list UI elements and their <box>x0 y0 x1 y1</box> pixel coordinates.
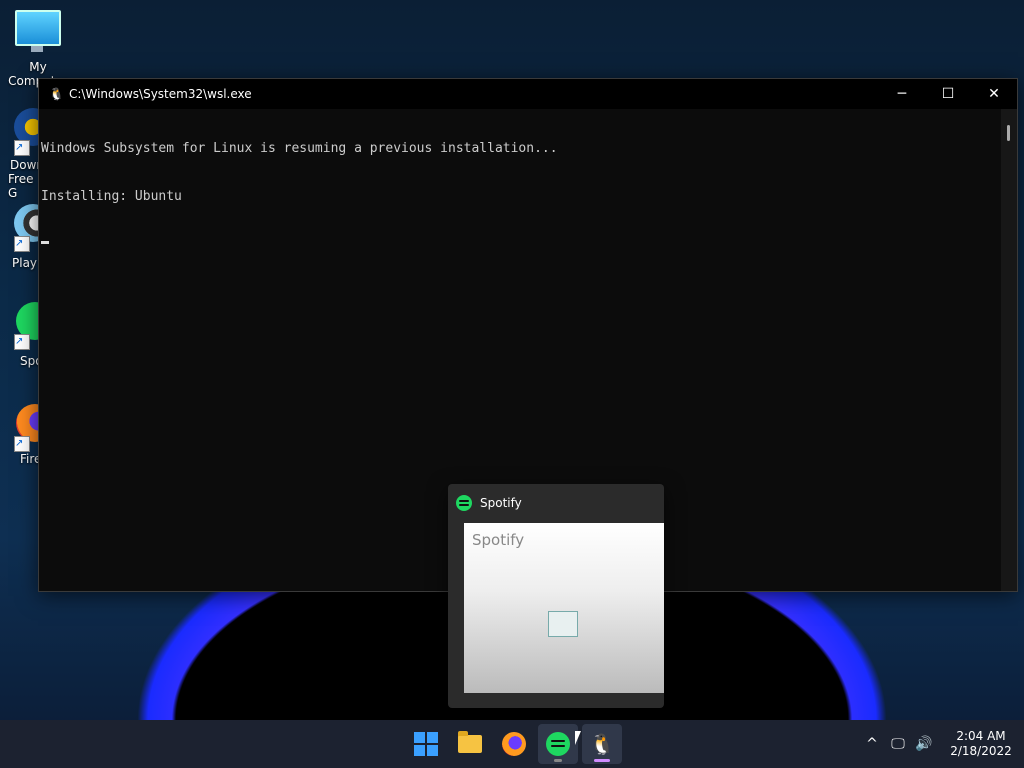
my-computer-icon <box>15 10 61 52</box>
clock-date: 2/18/2022 <box>950 744 1012 758</box>
folder-icon <box>458 731 482 753</box>
tux-icon: 🐧 <box>49 87 64 101</box>
clock-time: 2:04 AM <box>956 729 1006 743</box>
spotify-taskbar-preview[interactable]: Spotify Spotify <box>448 484 664 708</box>
console-line: Windows Subsystem for Linux is resuming … <box>41 141 558 156</box>
start-button[interactable] <box>406 724 446 764</box>
clock[interactable]: 2:04 AM 2/18/2022 <box>946 729 1016 759</box>
desktop-icon-label: Free G <box>8 172 34 200</box>
shortcut-arrow-icon: ↗ <box>14 334 30 350</box>
running-indicator <box>554 759 562 762</box>
broken-image-icon <box>548 611 578 637</box>
minimize-button[interactable]: ─ <box>879 79 925 109</box>
running-indicator <box>594 759 610 762</box>
tux-icon: 🐧 <box>589 732 615 756</box>
window-title: C:\Windows\System32\wsl.exe <box>69 87 252 101</box>
taskbar-file-explorer[interactable] <box>450 724 490 764</box>
volume-icon[interactable]: 🔊 <box>912 736 936 752</box>
desktop-icon-my-computer[interactable]: My Computer <box>0 10 76 88</box>
shortcut-arrow-icon: ↗ <box>14 436 30 452</box>
window-titlebar[interactable]: 🐧 C:\Windows\System32\wsl.exe ─ ☐ ✕ <box>39 79 1017 109</box>
taskbar: 🐧 ^ 🖵 🔊 2:04 AM 2/18/2022 <box>0 720 1024 768</box>
taskbar-firefox[interactable] <box>494 724 534 764</box>
thumbnail-title: Spotify <box>472 531 525 549</box>
console-line: Installing: Ubuntu <box>41 189 182 204</box>
system-tray: ^ 🖵 🔊 2:04 AM 2/18/2022 <box>860 720 1024 768</box>
taskbar-wsl[interactable]: 🐧 <box>582 724 622 764</box>
network-icon[interactable]: 🖵 <box>886 736 910 752</box>
maximize-button[interactable]: ☐ <box>925 79 971 109</box>
preview-app-name: Spotify <box>480 496 522 510</box>
firefox-icon <box>502 732 526 756</box>
shortcut-arrow-icon: ↗ <box>14 236 30 252</box>
desktop-icon-label: Dowr <box>10 158 42 172</box>
mouse-pointer-icon <box>575 731 581 745</box>
shortcut-arrow-icon: ↗ <box>14 140 30 156</box>
console-scrollbar[interactable] <box>1001 109 1017 591</box>
taskbar-spotify[interactable] <box>538 724 578 764</box>
close-button[interactable]: ✕ <box>971 79 1017 109</box>
spotify-icon <box>546 732 570 756</box>
desktop-icon-label: Play <box>12 256 38 270</box>
taskbar-apps: 🐧 <box>404 720 624 768</box>
scrollbar-thumb[interactable] <box>1007 125 1010 141</box>
windows-logo-icon <box>414 732 438 756</box>
preview-header: Spotify <box>448 484 664 522</box>
preview-thumbnail[interactable]: Spotify <box>464 523 664 693</box>
chevron-up-icon[interactable]: ^ <box>860 736 884 752</box>
spotify-icon <box>456 495 472 511</box>
text-cursor <box>41 241 49 244</box>
